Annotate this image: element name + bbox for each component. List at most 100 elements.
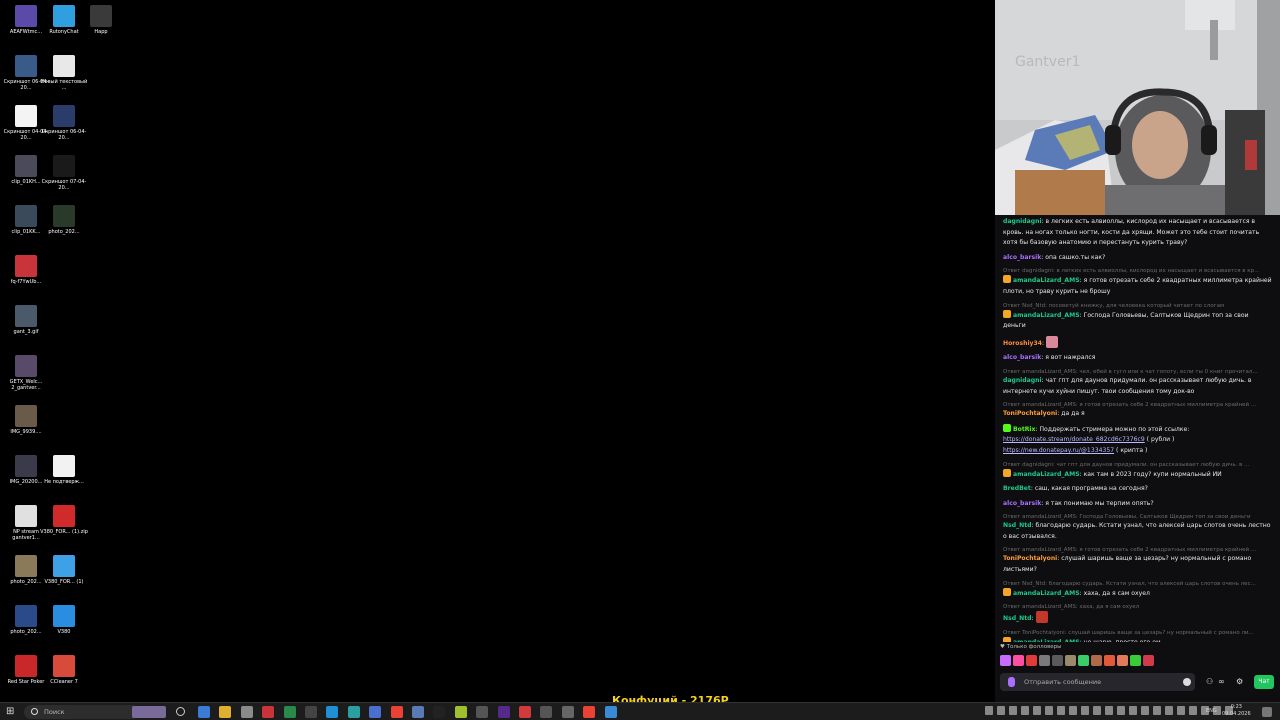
- chat-message[interactable]: Ответ Nsd_Ntd: благодарю сударь. Кстати …: [1003, 580, 1273, 600]
- taskbar-app-icon[interactable]: [219, 706, 232, 718]
- chat-username[interactable]: alco_barsik: [1003, 354, 1041, 361]
- chat-username[interactable]: dagnidagni: [1003, 377, 1042, 384]
- taskbar-app-icon[interactable]: [283, 706, 296, 718]
- donation-link[interactable]: https://donate.stream/donate_682cd6c7376…: [1003, 436, 1145, 443]
- chat-message[interactable]: Ответ ToniPochtalyoni: слушай шаришь ващ…: [1003, 629, 1273, 642]
- tray-icon[interactable]: [1189, 706, 1197, 715]
- chat-username[interactable]: Horoshiy34: [1003, 340, 1042, 347]
- taskbar-app-icon[interactable]: [262, 706, 275, 718]
- tray-icon[interactable]: [1105, 706, 1113, 715]
- tray-icon[interactable]: [1057, 706, 1065, 715]
- emote-icon[interactable]: [1039, 655, 1050, 666]
- chat-message[interactable]: Ответ dagnidagni: чат гпт для даунов при…: [1003, 461, 1273, 481]
- emote-icon[interactable]: [1104, 655, 1115, 666]
- taskbar-app-icon[interactable]: [433, 706, 446, 718]
- tray-icon[interactable]: [1117, 706, 1125, 715]
- chat-message[interactable]: Ответ amandaLizard_AMS: я готов отрезать…: [1003, 401, 1273, 420]
- chat-username[interactable]: amandaLizard_AMS: [1013, 639, 1080, 642]
- chat-message[interactable]: alco_barsik: опа сашко.ты как?: [1003, 253, 1273, 264]
- chat-message[interactable]: alco_barsik: я так понимаю мы терпим опя…: [1003, 499, 1273, 510]
- tray-icon[interactable]: [1093, 706, 1101, 715]
- chat-message[interactable]: BredBet: саш, какая программа на сегодня…: [1003, 484, 1273, 495]
- chat-message[interactable]: Ответ amandaLizard_AMS: хаха, да я сам о…: [1003, 603, 1273, 625]
- taskbar-app-icon[interactable]: [390, 706, 403, 718]
- chat-reply-context[interactable]: Ответ amandaLizard_AMS: чел, ебей в гугл…: [1003, 368, 1273, 376]
- desktop-icon[interactable]: CCleaner 7: [40, 655, 88, 685]
- chat-username[interactable]: Nsd_Ntd: [1003, 615, 1032, 622]
- desktop-icon[interactable]: V380_FOR... (1): [40, 555, 88, 585]
- desktop-icon[interactable]: Скриншот 07-04-20...: [40, 155, 88, 191]
- chat-username[interactable]: amandaLizard_AMS: [1013, 312, 1080, 319]
- infinity-icon[interactable]: ∞: [1218, 677, 1225, 686]
- chat-input[interactable]: Отправить сообщение: [1000, 673, 1195, 691]
- chat-username[interactable]: BredBet: [1003, 485, 1031, 492]
- chat-message[interactable]: alco_barsik: я вот нажрался: [1003, 353, 1273, 364]
- windows-start-icon[interactable]: ⊞: [6, 706, 18, 718]
- emote-icon[interactable]: [1130, 655, 1141, 666]
- taskbar-app-icon[interactable]: [519, 706, 531, 718]
- language-indicator[interactable]: ENG: [1206, 708, 1217, 714]
- tray-icon[interactable]: [1177, 706, 1185, 715]
- desktop-icon[interactable]: photo_202...: [40, 205, 88, 235]
- tray-icon[interactable]: [1021, 706, 1029, 715]
- emote-icon[interactable]: [1143, 655, 1154, 666]
- tray-icon[interactable]: [1009, 706, 1017, 715]
- tray-icon[interactable]: [1129, 706, 1137, 715]
- tray-icon[interactable]: [1141, 706, 1149, 715]
- tray-icon[interactable]: [985, 706, 993, 715]
- tray-icon[interactable]: [1165, 706, 1173, 715]
- desktop-icon[interactable]: Не подтверж...: [40, 455, 88, 485]
- stream-video[interactable]: Gantver1: [995, 0, 1280, 215]
- chat-username[interactable]: alco_barsik: [1003, 254, 1041, 261]
- desktop-icon[interactable]: Happ: [77, 5, 125, 35]
- taskbar-app-icon[interactable]: [476, 706, 489, 718]
- taskbar-app-icon[interactable]: [326, 706, 339, 718]
- chat-reply-context[interactable]: Ответ dagnidagni: в легких есть алвиоллы…: [1003, 267, 1273, 275]
- chat-message[interactable]: Ответ amandaLizard_AMS: Господа Головьев…: [1003, 513, 1273, 542]
- emote-bar[interactable]: [1000, 655, 1154, 667]
- taskbar-app-icon[interactable]: [412, 706, 424, 718]
- taskbar-app-icon[interactable]: [497, 706, 510, 718]
- chat-message[interactable]: dagnidagni: в легких есть алвиоллы, кисл…: [1003, 217, 1273, 249]
- tray-icon[interactable]: [1069, 706, 1077, 715]
- desktop-icon[interactable]: GETX_Welc... 2_gantver...: [2, 355, 50, 391]
- taskbar-app-icon[interactable]: [583, 706, 596, 718]
- chat-message-list[interactable]: dagnidagni: в легких есть алвиоллы, кисл…: [1003, 217, 1273, 642]
- tray-icon[interactable]: [997, 706, 1005, 715]
- chat-username[interactable]: alco_barsik: [1003, 500, 1041, 507]
- chat-username[interactable]: ToniPochtalyoni: [1003, 555, 1057, 562]
- settings-gear-icon[interactable]: ⚙: [1236, 677, 1243, 686]
- taskbar-app-icon[interactable]: [561, 706, 574, 718]
- desktop-icon[interactable]: Новый текстовый ...: [40, 55, 88, 91]
- chat-reply-context[interactable]: Ответ amandaLizard_AMS: я готов отрезать…: [1003, 546, 1273, 554]
- chat-send-button[interactable]: Чат: [1254, 675, 1274, 689]
- emote-icon[interactable]: [1078, 655, 1089, 666]
- chat-username[interactable]: dagnidagni: [1003, 218, 1042, 225]
- chat-reply-context[interactable]: Ответ amandaLizard_AMS: Господа Головьев…: [1003, 513, 1273, 521]
- points-icon[interactable]: ⚇: [1206, 677, 1213, 686]
- chat-reply-context[interactable]: Ответ ToniPochtalyoni: слушай шаришь ващ…: [1003, 629, 1273, 637]
- emote-icon[interactable]: [1117, 655, 1128, 666]
- taskbar-app-icon[interactable]: [347, 706, 360, 718]
- emote-icon[interactable]: [1013, 655, 1024, 666]
- chat-username[interactable]: ToniPochtalyoni: [1003, 410, 1057, 417]
- desktop-icon[interactable]: V380: [40, 605, 88, 635]
- taskbar-app-icon[interactable]: [454, 706, 467, 718]
- desktop-icon[interactable]: IMG_9939....: [2, 405, 50, 435]
- chat-username[interactable]: BotRix: [1013, 426, 1035, 433]
- taskbar-app-icon[interactable]: [604, 706, 617, 718]
- taskbar-app-icon[interactable]: [305, 706, 317, 718]
- chat-message[interactable]: Ответ amandaLizard_AMS: чел, ебей в гугл…: [1003, 368, 1273, 397]
- taskbar-app-icon[interactable]: [540, 706, 553, 718]
- chat-username[interactable]: amandaLizard_AMS: [1013, 590, 1080, 597]
- chat-username[interactable]: amandaLizard_AMS: [1013, 277, 1080, 284]
- emote-icon[interactable]: [1026, 655, 1037, 666]
- tray-icon[interactable]: [1033, 706, 1041, 715]
- chat-message[interactable]: Ответ dagnidagni: в легких есть алвиоллы…: [1003, 267, 1273, 297]
- chat-reply-context[interactable]: Ответ Nsd_Ntd: благодарю сударь. Кстати …: [1003, 580, 1273, 588]
- chat-username[interactable]: amandaLizard_AMS: [1013, 471, 1080, 478]
- taskbar-search[interactable]: Поиск: [24, 705, 139, 719]
- chat-message[interactable]: Ответ amandaLizard_AMS: я готов отрезать…: [1003, 546, 1273, 575]
- emote-icon[interactable]: [1065, 655, 1076, 666]
- tray-icon[interactable]: [1153, 706, 1161, 715]
